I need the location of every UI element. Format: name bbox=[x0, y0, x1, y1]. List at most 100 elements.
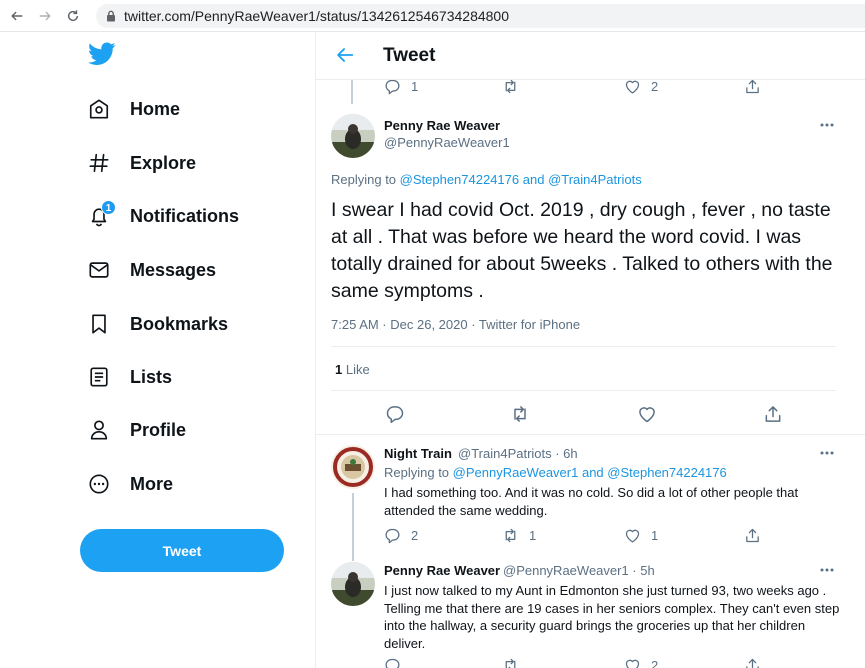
sidebar-item-explore[interactable]: Explore bbox=[88, 148, 196, 178]
sidebar-item-profile[interactable]: Profile bbox=[88, 415, 186, 445]
notification-badge: 1 bbox=[101, 200, 116, 215]
reply-count: 1 bbox=[411, 79, 419, 94]
reply-icon bbox=[385, 79, 400, 95]
retweet-action[interactable]: 1 bbox=[502, 527, 536, 544]
tweet-text: I swear I had covid Oct. 2019 , dry coug… bbox=[331, 199, 833, 302]
replying-to: Replying to @PennyRaeWeaver1 and @Stephe… bbox=[384, 465, 727, 480]
retweet-action[interactable] bbox=[502, 78, 519, 95]
more-circle-icon bbox=[88, 473, 110, 495]
author-name[interactable]: Night Train bbox=[384, 446, 452, 461]
sidebar-item-label: Profile bbox=[130, 419, 187, 440]
like-action[interactable]: 2 bbox=[624, 78, 658, 95]
more-dots-icon[interactable] bbox=[819, 449, 835, 457]
share-action[interactable] bbox=[744, 78, 761, 95]
heart-icon bbox=[625, 659, 640, 668]
refresh-icon[interactable] bbox=[62, 5, 84, 27]
reply-count: 2 bbox=[411, 528, 419, 543]
mention-link[interactable]: @PennyRaeWeaver1 bbox=[453, 465, 579, 480]
sidebar-item-bookmarks[interactable]: Bookmarks bbox=[88, 309, 228, 339]
author-handle[interactable]: @Train4Patriots · 6h bbox=[458, 446, 578, 461]
reply-action[interactable]: 1 bbox=[384, 78, 418, 95]
bookmark-icon bbox=[88, 313, 110, 335]
retweet-icon bbox=[514, 406, 526, 422]
divider bbox=[316, 434, 865, 435]
share-action[interactable] bbox=[744, 657, 761, 668]
sidebar-item-messages[interactable]: Messages bbox=[88, 255, 216, 285]
sidebar-item-label: Messages bbox=[130, 259, 217, 280]
sidebar-item-home[interactable]: Home bbox=[88, 94, 180, 124]
share-action[interactable] bbox=[744, 527, 761, 544]
home-icon bbox=[88, 98, 110, 120]
like-count: 2 bbox=[651, 658, 659, 668]
page-header: Tweet bbox=[316, 32, 865, 80]
mention-link[interactable]: @Stephen74224176 bbox=[400, 172, 519, 187]
reply-icon bbox=[386, 406, 404, 424]
retweet-action[interactable] bbox=[510, 404, 530, 424]
retweet-action[interactable] bbox=[502, 657, 519, 668]
reply-action[interactable]: 2 bbox=[384, 527, 418, 544]
like-action[interactable] bbox=[637, 404, 657, 424]
author-name[interactable]: Penny Rae Weaver bbox=[384, 118, 500, 133]
mention-link[interactable]: @Stephen74224176 bbox=[607, 465, 726, 480]
sidebar-item-notifications[interactable]: 1 Notifications bbox=[88, 200, 239, 231]
sidebar-item-more[interactable]: More bbox=[88, 469, 173, 499]
sidebar-item-lists[interactable]: Lists bbox=[88, 362, 172, 392]
share-icon bbox=[746, 658, 759, 668]
author-handle[interactable]: @PennyRaeWeaver1 · 5h bbox=[503, 563, 655, 578]
sidebar-item-label: More bbox=[130, 473, 174, 494]
avatar[interactable] bbox=[331, 114, 375, 158]
tweet-meta[interactable]: 7:25 AM · Dec 26, 2020 · Twitter for iPh… bbox=[331, 317, 580, 332]
reply-icon bbox=[385, 528, 400, 544]
bell-icon: 1 bbox=[88, 200, 116, 227]
url-text: twitter.com/PennyRaeWeaver1/status/13426… bbox=[124, 8, 510, 24]
back-arrow-icon[interactable] bbox=[334, 44, 356, 66]
retweet-icon bbox=[505, 658, 516, 668]
sidebar-item-label: Lists bbox=[130, 366, 173, 387]
more-dots-icon[interactable] bbox=[819, 566, 835, 574]
twitter-bird-icon[interactable] bbox=[88, 42, 116, 66]
like-count: 2 bbox=[651, 79, 659, 94]
envelope-icon bbox=[88, 259, 110, 281]
browser-forward-icon[interactable] bbox=[34, 5, 56, 27]
person-icon bbox=[88, 419, 110, 441]
retweet-count: 1 bbox=[529, 528, 537, 543]
likes-summary[interactable]: 1 Like bbox=[335, 362, 370, 377]
browser-back-icon[interactable] bbox=[6, 5, 28, 27]
reply-icon bbox=[385, 658, 400, 668]
sidebar: Home Explore 1 Notifications Messages Bo… bbox=[0, 32, 315, 668]
mention-link[interactable]: @Train4Patriots bbox=[548, 172, 642, 187]
author-name[interactable]: Penny Rae Weaver bbox=[384, 563, 500, 578]
main-column: Tweet 1 2 Penny Rae Weaver @PennyRaeWeav… bbox=[315, 32, 865, 668]
compose-tweet-button[interactable]: Tweet bbox=[80, 529, 284, 572]
divider bbox=[331, 346, 836, 347]
avatar[interactable] bbox=[331, 445, 375, 489]
sidebar-item-label: Home bbox=[130, 98, 181, 119]
retweet-icon bbox=[505, 79, 516, 94]
thread-connector bbox=[351, 80, 353, 104]
heart-icon bbox=[639, 407, 655, 423]
divider bbox=[331, 390, 836, 391]
tweet-text: I had something too. And it was no cold.… bbox=[384, 485, 799, 518]
page-title: Tweet bbox=[383, 45, 436, 66]
sidebar-item-label: Bookmarks bbox=[130, 313, 229, 334]
more-dots-icon[interactable] bbox=[819, 121, 835, 129]
like-action[interactable]: 2 bbox=[624, 657, 658, 668]
browser-toolbar: twitter.com/PennyRaeWeaver1/status/13426… bbox=[0, 0, 865, 32]
reply-action[interactable] bbox=[385, 404, 405, 424]
sidebar-item-label: Notifications bbox=[130, 205, 240, 226]
lock-icon bbox=[107, 10, 115, 22]
heart-icon bbox=[625, 529, 640, 543]
share-icon bbox=[746, 528, 759, 543]
likes-label: Like bbox=[342, 362, 370, 377]
like-action[interactable]: 1 bbox=[624, 527, 658, 544]
replying-to: Replying to @Stephen74224176 and @Train4… bbox=[331, 172, 642, 187]
author-handle[interactable]: @PennyRaeWeaver1 bbox=[384, 135, 510, 150]
avatar[interactable] bbox=[331, 562, 375, 606]
heart-icon bbox=[625, 80, 640, 94]
thread-connector bbox=[352, 493, 354, 561]
share-icon bbox=[746, 79, 759, 94]
reply-action[interactable] bbox=[384, 657, 401, 668]
share-icon bbox=[765, 406, 781, 422]
address-bar[interactable]: twitter.com/PennyRaeWeaver1/status/13426… bbox=[96, 4, 865, 28]
share-action[interactable] bbox=[763, 404, 783, 424]
